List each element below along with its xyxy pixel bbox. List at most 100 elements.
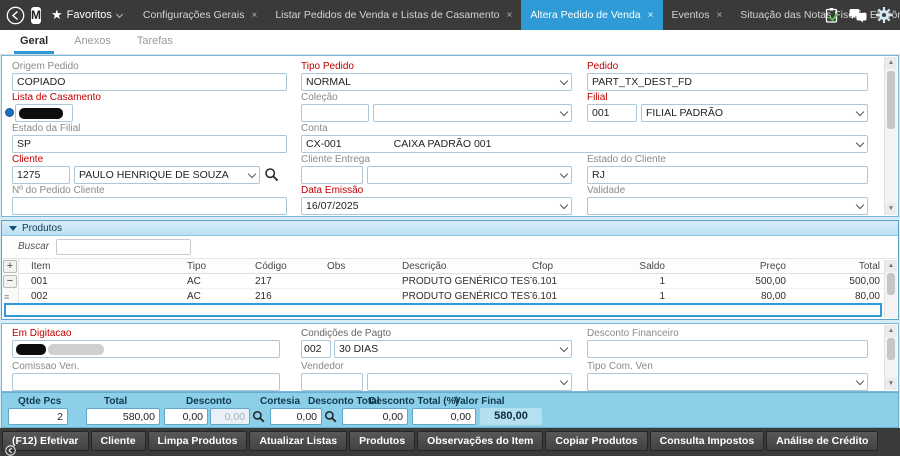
analise-de-credito-button[interactable]: Análise de Crédito — [766, 431, 879, 451]
tipo-com-ven-select[interactable] — [587, 373, 868, 391]
info-icon[interactable] — [5, 108, 14, 117]
filial-select[interactable]: FILIAL PADRÃO — [641, 104, 868, 122]
favorites-menu[interactable]: ★ Favoritos — [51, 7, 123, 23]
col-header-item[interactable]: Item — [19, 259, 187, 273]
add-row-button[interactable]: + — [3, 260, 17, 273]
products-section-header[interactable]: Produtos — [2, 221, 898, 236]
scrollbar-thumb[interactable] — [887, 71, 895, 129]
tab-eventos[interactable]: Eventos × — [663, 0, 732, 30]
scrollbar-thumb[interactable] — [887, 273, 895, 295]
col-header-tipo[interactable]: Tipo — [187, 259, 255, 273]
observacoes-do-item-button[interactable]: Observações do Item — [417, 431, 544, 451]
scroll-down-icon[interactable]: ▼ — [885, 203, 897, 215]
col-header-total[interactable]: Total — [792, 259, 884, 273]
scroll-down-icon[interactable]: ▼ — [885, 378, 897, 390]
cortesia-search-button[interactable] — [324, 410, 337, 423]
form-scrollbar[interactable]: ▲ ▼ — [884, 57, 897, 215]
col-header-descricao[interactable]: Descrição — [402, 259, 532, 273]
condicoes-pagto-label: Condições de Pagto — [301, 328, 392, 339]
data-emissao-select[interactable]: 16/07/2025 — [301, 197, 572, 215]
chat-icon[interactable] — [849, 8, 867, 23]
select-value: 30 DIAS — [339, 343, 379, 355]
window-tab-strip: Configurações Gerais × Listar Pedidos de… — [134, 0, 900, 30]
table-row[interactable]: 001 AC 217 PRODUTO GENÉRICO TEST... 6.10… — [19, 274, 884, 289]
cliente-button[interactable]: Cliente — [90, 431, 146, 451]
vendedor-code-input[interactable] — [301, 373, 363, 391]
cortesia-value[interactable] — [270, 408, 322, 425]
new-product-row-selected[interactable] — [4, 303, 882, 317]
tab-altera-pedido-de-venda[interactable]: Altera Pedido de Venda × — [521, 0, 663, 30]
scroll-up-icon[interactable]: ▲ — [885, 57, 897, 69]
chevron-down-icon — [559, 107, 569, 116]
tab-geral[interactable]: Geral — [14, 30, 55, 54]
col-header-cfop[interactable]: Cfop — [532, 259, 602, 273]
validade-select[interactable] — [587, 197, 868, 215]
desconto-financeiro-input[interactable] — [587, 340, 868, 358]
scroll-up-icon[interactable]: ▲ — [885, 260, 897, 272]
total-value[interactable] — [86, 408, 160, 425]
col-header-obs[interactable]: Obs — [327, 259, 402, 273]
tab-listar-pedidos[interactable]: Listar Pedidos de Venda e Listas de Casa… — [266, 0, 521, 30]
cell-preco: 500,00 — [755, 276, 786, 287]
grid-more-icon[interactable]: ≡ — [4, 292, 9, 302]
cliente-entrega-code-input[interactable] — [301, 166, 363, 184]
tab-tarefas[interactable]: Tarefas — [131, 30, 179, 54]
em-digitacao-field[interactable] — [12, 340, 280, 358]
tab-close-icon[interactable]: × — [716, 10, 722, 21]
gear-icon[interactable] — [876, 7, 892, 23]
scroll-up-icon[interactable]: ▲ — [885, 325, 897, 337]
produtos-button[interactable]: Produtos — [349, 431, 416, 451]
cliente-search-button[interactable] — [264, 167, 279, 182]
pedido-input[interactable] — [587, 73, 868, 91]
cell-tipo: AC — [187, 291, 201, 302]
copiar-produtos-button[interactable]: Copiar Produtos — [545, 431, 648, 451]
cliente-entrega-select[interactable] — [367, 166, 572, 184]
lower-scrollbar[interactable]: ▲ ▼ — [884, 325, 897, 390]
colecao-select[interactable] — [373, 104, 572, 122]
atualizar-listas-button[interactable]: Atualizar Listas — [249, 431, 348, 451]
table-row[interactable]: 002 AC 216 PRODUTO GENÉRICO TEST... 6.10… — [19, 289, 884, 304]
desconto-value-input[interactable] — [164, 408, 208, 425]
desconto-total-pct-value[interactable] — [412, 408, 476, 425]
conta-select[interactable]: CX-001 CAIXA PADRÃO 001 — [301, 135, 868, 153]
filial-code-input[interactable] — [587, 104, 637, 122]
cliente-select[interactable]: PAULO HENRIQUE DE SOUZA — [74, 166, 260, 184]
estado-cliente-input[interactable] — [587, 166, 868, 184]
col-header-saldo[interactable]: Saldo — [602, 259, 665, 273]
desconto-search-button[interactable] — [252, 410, 265, 423]
origem-pedido-input[interactable] — [12, 73, 287, 91]
products-search-input[interactable] — [56, 239, 191, 255]
products-search-row: Buscar — [2, 236, 898, 259]
condicoes-pagto-code-input[interactable] — [301, 340, 331, 358]
num-pedido-cliente-input[interactable] — [12, 197, 287, 215]
limpa-produtos-button[interactable]: Limpa Produtos — [147, 431, 248, 451]
cliente-code-input[interactable] — [12, 166, 70, 184]
qtde-pcs-value[interactable] — [8, 408, 68, 425]
colecao-code-input[interactable] — [301, 104, 369, 122]
tab-close-icon[interactable]: × — [251, 10, 257, 21]
pedido-label: Pedido — [587, 61, 619, 72]
scrollbar-thumb[interactable] — [887, 338, 895, 360]
consulta-impostos-button[interactable]: Consulta Impostos — [649, 431, 765, 451]
tab-configuracoes-gerais[interactable]: Configurações Gerais × — [134, 0, 266, 30]
grid-scrollbar[interactable]: ▲ — [884, 260, 897, 318]
condicoes-pagto-select[interactable]: 30 DIAS — [334, 340, 572, 358]
tab-close-icon[interactable]: × — [506, 10, 512, 21]
desconto-total-value[interactable] — [342, 408, 408, 425]
col-header-preco[interactable]: Preço — [665, 259, 792, 273]
tipo-pedido-select[interactable]: NORMAL — [301, 73, 572, 91]
lista-casamento-input[interactable] — [15, 104, 73, 122]
remove-row-button[interactable]: − — [3, 275, 17, 288]
estado-filial-input[interactable] — [12, 135, 287, 153]
back-button[interactable] — [6, 5, 25, 25]
tab-anexos[interactable]: Anexos — [68, 30, 117, 54]
col-header-codigo[interactable]: Código — [255, 259, 327, 273]
task-check-icon[interactable] — [824, 7, 840, 24]
comissao-ven-input[interactable] — [12, 373, 280, 391]
app-logo[interactable]: M — [31, 6, 41, 24]
grid-header-row: Item Tipo Código Obs Descrição Cfop Sald… — [19, 259, 884, 274]
vendedor-select[interactable] — [367, 373, 572, 391]
tab-close-icon[interactable]: × — [648, 10, 654, 21]
footer-back-button[interactable] — [5, 445, 16, 456]
search-icon — [265, 168, 279, 182]
